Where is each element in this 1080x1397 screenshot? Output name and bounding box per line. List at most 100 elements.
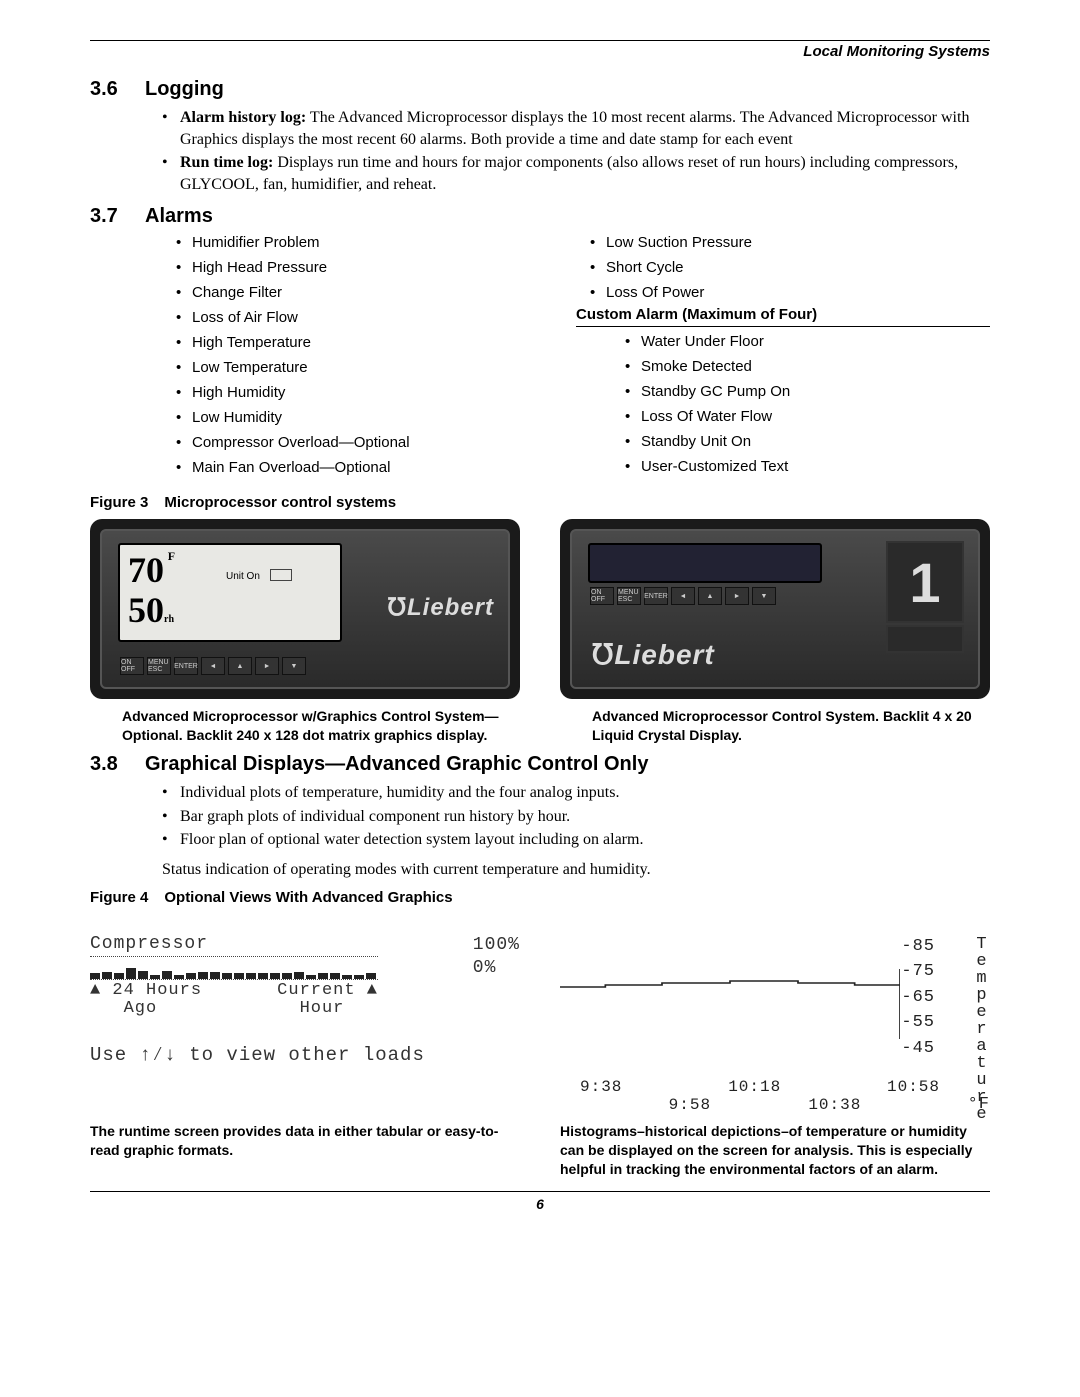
list-item: Loss Of Water Flow (641, 408, 990, 425)
brand-logo: ℧Liebert (592, 638, 715, 671)
list-item: Change Filter (192, 284, 576, 301)
figure-number: Figure 4 (90, 889, 148, 906)
enter-button[interactable]: ENTER (644, 587, 668, 605)
list-item: Loss of Air Flow (192, 309, 576, 326)
figure-title: Optional Views With Advanced Graphics (164, 889, 452, 906)
right-arrow-button[interactable]: ► (255, 657, 279, 675)
figure-4-caption-right: Histograms–historical depictions–of temp… (560, 1122, 990, 1179)
list-item: Humidifier Problem (192, 234, 576, 251)
lcd-temp-value: 70 (128, 550, 164, 590)
runtime-x-labels: ▲ 24 Hours Ago Current ▲Hour (90, 982, 378, 1018)
section-title: Logging (145, 78, 224, 100)
logging-bullets: Alarm history log: The Advanced Micropro… (90, 107, 990, 195)
bullet-lead: Alarm history log: (180, 109, 306, 126)
bullet-lead: Run time log: (180, 154, 273, 171)
section-title: Alarms (145, 205, 213, 227)
list-item: Main Fan Overload—Optional (192, 459, 576, 476)
list-item: Standby Unit On (641, 433, 990, 450)
graphics-control-panel: 70 F 50rh Unit On ℧Liebert ON OFF MENU E… (90, 519, 520, 699)
brand-logo: ℧Liebert (388, 593, 494, 622)
lcd-status: Unit On (226, 571, 260, 582)
runtime-hint: Use ↑⁄↓ to view other loads (90, 1044, 520, 1066)
section-3-6-heading: 3.6Logging (90, 78, 990, 101)
list-item: Standby GC Pump On (641, 383, 990, 400)
figure-3-caption-left: Advanced Microprocessor w/Graphics Contr… (122, 707, 520, 745)
right-arrow-button[interactable]: ► (725, 587, 749, 605)
page-footer: 6 (90, 1191, 990, 1212)
aux-panel (886, 625, 964, 653)
lcd-display: 70 F 50rh Unit On (118, 543, 342, 642)
figure-3-label: Figure 3 Microprocessor control systems (90, 494, 990, 511)
microprocessor-control-panel: 1 ON OFF MENU ESC ENTER ◄ ▲ ► ▼ ℧Liebert (560, 519, 990, 699)
graphical-bullets: Individual plots of temperature, humidit… (90, 782, 990, 851)
section-num: 3.6 (90, 78, 145, 101)
up-arrow-button[interactable]: ▲ (698, 587, 722, 605)
figure-4-caption-left: The runtime screen provides data in eith… (90, 1122, 520, 1179)
figure-4-captions: The runtime screen provides data in eith… (90, 1122, 990, 1179)
histogram-trace (560, 969, 900, 1039)
status-line: Status indication of operating modes wit… (162, 861, 990, 879)
lcd-temp-unit: F (168, 549, 175, 563)
down-arrow-button[interactable]: ▼ (752, 587, 776, 605)
runtime-y-labels: 100% 0% (473, 934, 520, 981)
section-num: 3.8 (90, 753, 145, 776)
list-item: Run time log: Displays run time and hour… (180, 152, 990, 195)
runtime-bar-row (90, 956, 378, 980)
on-off-button[interactable]: ON OFF (120, 657, 144, 675)
alarms-columns: Humidifier Problem High Head Pressure Ch… (162, 234, 990, 484)
list-item: High Humidity (192, 384, 576, 401)
panel-button-row: ON OFF MENU ESC ENTER ◄ ▲ ► ▼ (120, 657, 306, 675)
list-item: High Head Pressure (192, 259, 576, 276)
histogram-y-axis: -85 -75 -65 -55 -45 (901, 934, 935, 1062)
custom-alarm-header: Custom Alarm (Maximum of Four) (576, 306, 990, 327)
left-arrow-button[interactable]: ◄ (671, 587, 695, 605)
section-title: Graphical Displays—Advanced Graphic Cont… (145, 753, 648, 775)
menu-esc-button[interactable]: MENU ESC (617, 587, 641, 605)
list-item: Water Under Floor (641, 333, 990, 350)
bullet-text: Displays run time and hours for major co… (180, 154, 958, 193)
figure-4-row: Compressor (90, 934, 990, 1114)
section-num: 3.7 (90, 205, 145, 228)
lcd-status-icon (270, 569, 292, 581)
histogram-x-axis: 9:38 10:18 10:58 9:58 10:38 (560, 1078, 940, 1114)
list-item: Compressor Overload—Optional (192, 434, 576, 451)
lcd-hum-value: 50 (128, 590, 164, 630)
list-item: Short Cycle (606, 259, 990, 276)
figure-title: Microprocessor control systems (164, 494, 396, 511)
histogram-unit: °F (968, 1095, 990, 1114)
temperature-histogram: -85 -75 -65 -55 -45 Temperature 9:38 10:… (560, 934, 990, 1114)
lcd-hum-unit: rh (164, 614, 174, 625)
section-3-8-heading: 3.8Graphical Displays—Advanced Graphic C… (90, 753, 990, 776)
list-item: Low Humidity (192, 409, 576, 426)
section-3-7-heading: 3.7Alarms (90, 205, 990, 228)
list-item: User-Customized Text (641, 458, 990, 475)
list-item: Low Temperature (192, 359, 576, 376)
runtime-chart-title: Compressor (90, 934, 465, 954)
alarms-left-col: Humidifier Problem High Head Pressure Ch… (162, 234, 576, 484)
enter-button[interactable]: ENTER (174, 657, 198, 675)
list-item: Bar graph plots of individual component … (180, 806, 990, 828)
figure-number: Figure 3 (90, 494, 148, 511)
list-item: Individual plots of temperature, humidit… (180, 782, 990, 804)
list-item: Floor plan of optional water detection s… (180, 829, 990, 851)
on-off-button[interactable]: ON OFF (590, 587, 614, 605)
up-arrow-button[interactable]: ▲ (228, 657, 252, 675)
panel-button-row: ON OFF MENU ESC ENTER ◄ ▲ ► ▼ (590, 587, 776, 605)
unit-number-display: 1 (886, 541, 964, 623)
figure-3-row: 70 F 50rh Unit On ℧Liebert ON OFF MENU E… (90, 519, 990, 745)
list-item: Loss Of Power (606, 284, 990, 301)
runtime-chart: Compressor (90, 934, 520, 1066)
figure-4-label: Figure 4 Optional Views With Advanced Gra… (90, 889, 990, 906)
menu-esc-button[interactable]: MENU ESC (147, 657, 171, 675)
page-number: 6 (536, 1196, 544, 1212)
list-item: Alarm history log: The Advanced Micropro… (180, 107, 990, 150)
running-header: Local Monitoring Systems (90, 43, 990, 60)
alarms-right-col: Low Suction Pressure Short Cycle Loss Of… (576, 234, 990, 484)
list-item: High Temperature (192, 334, 576, 351)
small-lcd (588, 543, 822, 583)
list-item: Smoke Detected (641, 358, 990, 375)
down-arrow-button[interactable]: ▼ (282, 657, 306, 675)
left-arrow-button[interactable]: ◄ (201, 657, 225, 675)
list-item: Low Suction Pressure (606, 234, 990, 251)
figure-3-caption-right: Advanced Microprocessor Control System. … (592, 707, 990, 745)
